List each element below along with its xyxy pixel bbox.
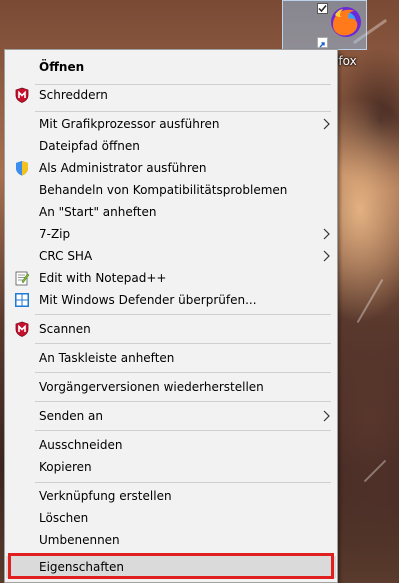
menu-item-7zip[interactable]: 7-Zip — [6, 223, 336, 245]
menu-item-label: Umbenennen — [39, 533, 120, 547]
submenu-chevron-icon — [323, 410, 330, 422]
menu-item-notepad-plus-plus[interactable]: Edit with Notepad++ — [6, 267, 336, 289]
menu-item-vorgaengerversionen[interactable]: Vorgängerversionen wiederherstellen — [6, 376, 336, 398]
menu-item-label: Löschen — [39, 511, 89, 525]
submenu-chevron-icon — [323, 118, 330, 130]
submenu-chevron-icon — [323, 228, 330, 240]
shortcut-arrow-icon — [317, 37, 328, 48]
menu-separator — [35, 111, 331, 112]
menu-item-label: Öffnen — [39, 60, 85, 74]
menu-item-label: Ausschneiden — [39, 438, 123, 452]
menu-item-verknuepfung-erstellen[interactable]: Verknüpfung erstellen — [6, 485, 336, 507]
menu-item-label: An Taskleiste anheften — [39, 351, 175, 365]
menu-item-dateipfad-oeffnen[interactable]: Dateipfad öffnen — [6, 135, 336, 157]
menu-separator — [35, 372, 331, 373]
mcafee-icon — [15, 321, 29, 337]
menu-item-ausschneiden[interactable]: Ausschneiden — [6, 434, 336, 456]
red-highlight-annotation — [8, 553, 334, 579]
menu-item-label: Verknüpfung erstellen — [39, 489, 172, 503]
menu-item-crc-sha[interactable]: CRC SHA — [6, 245, 336, 267]
menu-item-label: CRC SHA — [39, 249, 93, 263]
menu-item-schreddern[interactable]: Schreddern — [6, 84, 336, 106]
menu-separator — [35, 343, 331, 344]
menu-item-grafikprozessor[interactable]: Mit Grafikprozessor ausführen — [6, 113, 336, 135]
uac-shield-icon — [16, 161, 28, 176]
menu-item-an-start-anheften[interactable]: An "Start" anheften — [6, 201, 336, 223]
menu-item-label: Dateipfad öffnen — [39, 139, 140, 153]
context-menu: Öffnen Schreddern Mit Grafikprozessor au… — [4, 49, 338, 583]
menu-separator — [35, 430, 331, 431]
menu-item-label: Als Administrator ausführen — [39, 161, 207, 175]
menu-item-kompatibilitaet[interactable]: Behandeln von Kompatibilitätsproblemen — [6, 179, 336, 201]
menu-item-label: Scannen — [39, 322, 91, 336]
mcafee-icon — [15, 87, 29, 103]
windows-defender-icon — [15, 293, 29, 307]
menu-item-taskleiste-anheften[interactable]: An Taskleiste anheften — [6, 347, 336, 369]
notepad-plus-plus-icon — [15, 271, 30, 286]
menu-item-label: Senden an — [39, 409, 103, 423]
menu-item-label: Edit with Notepad++ — [39, 271, 167, 285]
menu-item-label: An "Start" anheften — [39, 205, 157, 219]
menu-item-oeffnen[interactable]: Öffnen — [6, 56, 336, 78]
menu-item-label: Behandeln von Kompatibilitätsproblemen — [39, 183, 288, 197]
firefox-logo-icon — [331, 7, 361, 37]
menu-item-windows-defender[interactable]: Mit Windows Defender überprüfen... — [6, 289, 336, 311]
menu-item-als-administrator[interactable]: Als Administrator ausführen — [6, 157, 336, 179]
firefox-desktop-icon[interactable] — [282, 0, 367, 50]
menu-item-label: Kopieren — [39, 460, 92, 474]
menu-item-label: Mit Grafikprozessor ausführen — [39, 117, 220, 131]
menu-item-umbenennen[interactable]: Umbenennen — [6, 529, 336, 551]
menu-item-label: 7-Zip — [39, 227, 71, 241]
menu-item-label: Vorgängerversionen wiederherstellen — [39, 380, 264, 394]
menu-item-loeschen[interactable]: Löschen — [6, 507, 336, 529]
menu-item-kopieren[interactable]: Kopieren — [6, 456, 336, 478]
menu-item-label: Schreddern — [39, 88, 108, 102]
menu-item-senden-an[interactable]: Senden an — [6, 405, 336, 427]
menu-separator — [35, 401, 331, 402]
menu-separator — [35, 482, 331, 483]
menu-item-label: Mit Windows Defender überprüfen... — [39, 293, 257, 307]
submenu-chevron-icon — [323, 250, 330, 262]
menu-separator — [35, 314, 331, 315]
menu-item-scannen[interactable]: Scannen — [6, 318, 336, 340]
selection-checkbox-icon[interactable] — [317, 3, 328, 14]
